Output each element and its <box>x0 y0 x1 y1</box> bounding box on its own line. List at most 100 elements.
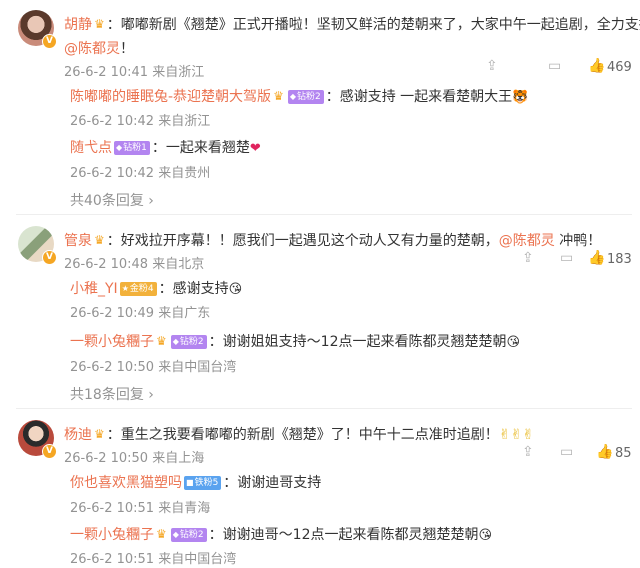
diamond-icon: ◆ <box>116 143 123 152</box>
comment-username[interactable]: 管泉 <box>64 233 92 249</box>
reply-meta: 26-6-2 10:51 来自中国台湾 <box>70 548 236 567</box>
reply-location: 来自贵州 <box>158 166 211 181</box>
fan-badge-label: 钻粉2 <box>296 92 321 102</box>
crown-icon: ♛ <box>94 427 105 441</box>
crown-icon: ♛ <box>156 334 167 348</box>
victory-hand-emoji-icon: ✌✌✌ <box>498 427 534 443</box>
reply-username[interactable]: 随弋点 <box>70 140 112 156</box>
comment-meta: 26-6-2 10:41 来自浙江 <box>64 61 204 80</box>
crown-icon: ♛ <box>94 17 105 31</box>
fan-badge-label: 钻粉2 <box>179 337 204 347</box>
reply-username[interactable]: 小稚_YI <box>70 281 118 297</box>
reply-meta: 26-6-2 10:49 来自广东 <box>70 302 210 321</box>
crown-icon: ♛ <box>273 89 284 103</box>
comment-icon[interactable]: ▭ <box>560 250 573 266</box>
reply-text: ：谢谢迪哥～12点一起来看陈都灵翘楚楚朝 <box>208 527 479 543</box>
diamond-icon: ◆ <box>289 92 296 101</box>
reply-text: ：感谢支持 <box>158 281 229 297</box>
reply-location: 来自广东 <box>158 306 211 321</box>
comment-meta: 26-6-2 10:50 来自上海 <box>64 447 204 466</box>
verified-badge-icon: V <box>42 250 57 265</box>
reply-meta: 26-6-2 10:42 来自浙江 <box>70 110 210 129</box>
diamond-icon: ◆ <box>172 337 179 346</box>
comment-meta: 26-6-2 10:48 来自北京 <box>64 253 204 272</box>
gold-badge-icon: ★ <box>121 284 129 293</box>
comment-icon[interactable]: ▭ <box>548 58 561 74</box>
comment-text: ：嘟嘟新剧《翘楚》正式开播啦！坚韧又鲜活的楚朝来了，大家中午一起追剧，全力支持 <box>106 17 640 33</box>
reply-username[interactable]: 你也喜欢黑猫塑吗 <box>70 475 182 491</box>
like-icon[interactable]: 👍 <box>588 250 605 266</box>
fan-badge-label: 钻粉1 <box>123 143 147 153</box>
share-icon[interactable]: ⇪ <box>486 58 498 74</box>
diamond-icon: ◆ <box>172 530 179 539</box>
reply-line: 小稚_YI ★金粉4 ：感谢支持😘 <box>70 278 242 298</box>
tiger-emoji-icon: 🐯 <box>512 90 529 105</box>
reply-time: 26-6-2 10:50 <box>70 360 155 375</box>
comment-location: 来自浙江 <box>152 65 205 80</box>
fan-badge: ◆钻粉2 <box>287 90 324 104</box>
reply-text: ：谢谢迪哥支持 <box>223 475 322 491</box>
comment-username[interactable]: 胡静 <box>64 17 92 33</box>
reply-meta: 26-6-2 10:42 来自贵州 <box>70 162 210 181</box>
like-count: 469 <box>607 60 632 75</box>
comment-line: 胡静 ♛ ：嘟嘟新剧《翘楚》正式开播啦！坚韧又鲜活的楚朝来了，大家中午一起追剧，全力… <box>64 14 640 34</box>
fan-badge-label: 钻粉2 <box>179 530 204 540</box>
reply-username[interactable]: 一颗小兔糰子 <box>70 334 154 350</box>
like-count: 183 <box>607 252 632 267</box>
divider <box>16 214 632 215</box>
kiss-emoji-icon: 😘 <box>506 335 521 350</box>
mention-link[interactable]: @陈都灵 <box>64 41 120 57</box>
like-icon[interactable]: 👍 <box>588 58 605 74</box>
reply-text: ：感谢支持 一起来看楚朝大王 <box>325 89 513 105</box>
comment-line: 杨迪 ♛ ：重生之我要看嘟嘟的新剧《翘楚》了！中午十二点准时追剧！✌✌✌ <box>64 424 534 444</box>
reply-line: 一颗小兔糰子 ♛ ◆钻粉2 ：谢谢迪哥～12点一起来看陈都灵翘楚楚朝😘 <box>70 524 492 544</box>
share-icon[interactable]: ⇪ <box>522 250 534 266</box>
comment-time: 26-6-2 10:41 <box>64 65 149 80</box>
more-replies-label: 共18条回复 <box>70 387 144 403</box>
reply-time: 26-6-2 10:51 <box>70 501 155 516</box>
kiss-emoji-icon: 😘 <box>228 282 243 297</box>
reply-location: 来自浙江 <box>158 114 211 129</box>
comment-icon[interactable]: ▭ <box>560 444 573 460</box>
comment-text: ：重生之我要看嘟嘟的新剧《翘楚》了！中午十二点准时追剧！ <box>106 427 499 443</box>
reply-username[interactable]: 一颗小兔糰子 <box>70 527 154 543</box>
reply-time: 26-6-2 10:42 <box>70 166 155 181</box>
reply-meta: 26-6-2 10:51 来自青海 <box>70 497 210 516</box>
comment-location: 来自上海 <box>152 451 205 466</box>
fan-badge: ◆钻粉2 <box>170 335 207 349</box>
comment-time: 26-6-2 10:48 <box>64 257 149 272</box>
comment-line: 管泉 ♛ ：好戏拉开序幕！！愿我们一起遇见这个动人又有力量的楚朝，@陈都灵 冲鸭！ <box>64 230 601 250</box>
reply-line: 随弋点 ◆钻粉1 ：一起来看翘楚❤ <box>70 137 261 157</box>
reply-line: 陈嘟嘟的睡眠兔-恭迎楚朝大驾版 ♛ ◆钻粉2 ：感谢支持 一起来看楚朝大王🐯 <box>70 86 528 106</box>
comment-location: 来自北京 <box>152 257 205 272</box>
like-icon[interactable]: 👍 <box>596 444 613 460</box>
chevron-right-icon: › <box>143 387 154 403</box>
reply-location: 来自中国台湾 <box>158 552 237 567</box>
more-replies-link[interactable]: 共40条回复 › <box>70 190 154 210</box>
like-count: 85 <box>615 446 632 461</box>
crown-icon: ♛ <box>94 233 105 247</box>
kiss-emoji-icon: 😘 <box>478 528 493 543</box>
divider <box>16 408 632 409</box>
reply-text: ：一起来看翘楚 <box>151 140 250 156</box>
fan-badge: ■铁粉5 <box>184 476 222 490</box>
iron-badge-icon: ■ <box>186 478 194 487</box>
fan-badge: ★金粉4 <box>119 282 157 296</box>
mention-link[interactable]: @陈都灵 <box>499 233 555 249</box>
reply-text: ：谢谢姐姐支持～12点一起来看陈都灵翘楚楚朝 <box>208 334 507 350</box>
reply-line: 一颗小兔糰子 ♛ ◆钻粉2 ：谢谢姐姐支持～12点一起来看陈都灵翘楚楚朝😘 <box>70 331 520 351</box>
reply-username[interactable]: 陈嘟嘟的睡眠兔-恭迎楚朝大驾版 <box>70 89 271 105</box>
comment-text-suffix: ！ <box>120 41 134 57</box>
heart-emoji-icon: ❤ <box>249 141 261 156</box>
fan-badge: ◆钻粉1 <box>114 141 150 155</box>
fan-badge-label: 铁粉5 <box>194 478 219 488</box>
fan-badge-label: 金粉4 <box>129 284 154 294</box>
chevron-right-icon: › <box>143 193 154 209</box>
reply-meta: 26-6-2 10:50 来自中国台湾 <box>70 356 236 375</box>
comment-username[interactable]: 杨迪 <box>64 427 92 443</box>
more-replies-link[interactable]: 共18条回复 › <box>70 384 154 404</box>
fan-badge: ◆钻粉2 <box>170 528 207 542</box>
reply-time: 26-6-2 10:49 <box>70 306 155 321</box>
share-icon[interactable]: ⇪ <box>522 444 534 460</box>
comment-time: 26-6-2 10:50 <box>64 451 149 466</box>
